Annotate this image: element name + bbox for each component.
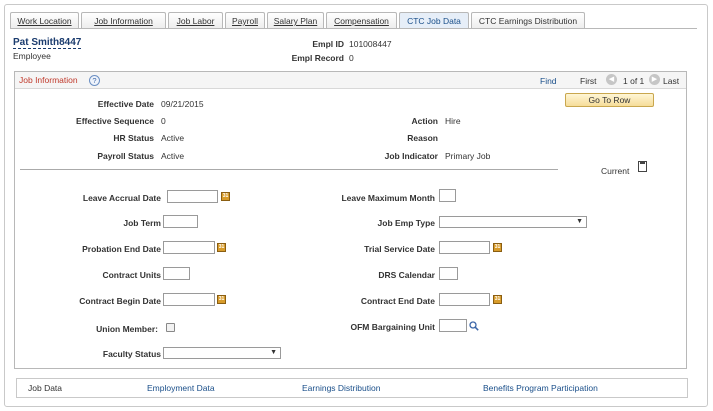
payroll-status-value: Active	[161, 151, 185, 161]
tab-label: CTC Earnings Distribution	[478, 16, 578, 26]
union-member-checkbox[interactable]	[166, 323, 175, 332]
find-link[interactable]: Find	[540, 76, 557, 86]
empl-record-value: 0	[349, 53, 354, 63]
job-emp-type-label: Job Emp Type	[377, 218, 435, 228]
bottom-link-bar: Job Data Employment Data Earnings Distri…	[16, 378, 688, 398]
panel-header: Job Information ? Find First ◀ 1 of 1 ▶ …	[15, 72, 686, 89]
tab-job-information[interactable]: Job Information	[81, 12, 166, 29]
first-label: First	[580, 76, 597, 86]
tab-divider	[10, 28, 697, 29]
faculty-status-label: Faculty Status	[102, 349, 161, 359]
search-icon[interactable]	[469, 321, 479, 331]
contract-units-input[interactable]	[163, 267, 190, 280]
trial-service-date-label: Trial Service Date	[364, 244, 435, 254]
job-term-label: Job Term	[123, 218, 161, 228]
tab-ctc-job-data[interactable]: CTC Job Data	[399, 12, 469, 29]
contract-begin-date-label: Contract Begin Date	[79, 296, 161, 306]
calendar-icon[interactable]: 31	[221, 192, 230, 201]
contract-units-label: Contract Units	[102, 270, 161, 280]
hr-status-value: Active	[161, 133, 185, 143]
effective-sequence-value: 0	[161, 116, 166, 126]
tab-label: Job Information	[94, 16, 153, 26]
leave-accrual-date-input[interactable]	[167, 190, 218, 203]
calendar-icon[interactable]: 31	[217, 243, 226, 252]
effective-date-value: 09/21/2015	[161, 99, 204, 109]
job-indicator-value: Primary Job	[445, 151, 491, 161]
tab-job-labor[interactable]: Job Labor	[168, 12, 223, 29]
previous-row-icon[interactable]: ◀	[606, 74, 617, 85]
tab-work-location[interactable]: Work Location	[10, 12, 79, 29]
tab-salary-plan[interactable]: Salary Plan	[267, 12, 324, 29]
contract-end-date-input[interactable]	[439, 293, 490, 306]
tab-label: Work Location	[17, 16, 72, 26]
effective-sequence-label: Effective Sequence	[76, 116, 154, 126]
go-to-row-button[interactable]: Go To Row	[565, 93, 654, 107]
chevron-down-icon: ▼	[576, 218, 583, 225]
probation-end-date-label: Probation End Date	[82, 244, 161, 254]
ofm-bargaining-unit-label: OFM Bargaining Unit	[350, 322, 435, 332]
contract-end-date-label: Contract End Date	[360, 296, 435, 306]
current-label: Current	[601, 166, 630, 176]
panel-title: Job Information	[19, 75, 78, 85]
job-indicator-label: Job Indicator	[384, 151, 438, 161]
current-clipboard-icon[interactable]	[638, 161, 647, 172]
tab-label: Job Labor	[176, 16, 215, 26]
chevron-down-icon: ▼	[270, 349, 277, 356]
tab-label: CTC Job Data	[407, 16, 461, 26]
job-emp-type-select[interactable]: ▼	[439, 216, 587, 228]
row-count: 1 of 1	[623, 76, 645, 86]
empl-id-value: 101008447	[349, 39, 392, 49]
link-benefits-program-participation[interactable]: Benefits Program Participation	[483, 383, 598, 393]
trial-service-date-input[interactable]	[439, 241, 490, 254]
drs-calendar-input[interactable]	[439, 267, 458, 280]
drs-calendar-label: DRS Calendar	[378, 270, 435, 280]
hr-status-label: HR Status	[113, 133, 154, 143]
link-earnings-distribution[interactable]: Earnings Distribution	[302, 383, 380, 393]
reason-label: Reason	[407, 133, 438, 143]
section-divider	[20, 169, 558, 170]
tab-label: Salary Plan	[273, 16, 318, 26]
faculty-status-select[interactable]: ▼	[163, 347, 281, 359]
tab-label: Payroll	[232, 16, 258, 26]
calendar-icon[interactable]: 31	[493, 295, 502, 304]
link-job-data: Job Data	[28, 383, 63, 393]
employee-name[interactable]: Pat Smith8447	[13, 37, 82, 49]
help-icon[interactable]: ?	[89, 75, 100, 86]
tab-payroll[interactable]: Payroll	[225, 12, 265, 29]
probation-end-date-input[interactable]	[163, 241, 215, 254]
tab-compensation[interactable]: Compensation	[326, 12, 397, 29]
action-value: Hire	[445, 116, 461, 126]
leave-accrual-date-label: Leave Accrual Date	[82, 193, 161, 203]
union-member-label: Union Member:	[96, 324, 158, 334]
contract-begin-date-input[interactable]	[163, 293, 215, 306]
calendar-icon[interactable]: 31	[493, 243, 502, 252]
action-label: Action	[411, 116, 438, 126]
payroll-status-label: Payroll Status	[97, 151, 154, 161]
effective-date-label: Effective Date	[97, 99, 154, 109]
calendar-icon[interactable]: 31	[217, 295, 226, 304]
leave-maximum-month-label: Leave Maximum Month	[341, 193, 435, 203]
tab-ctc-earnings-distribution[interactable]: CTC Earnings Distribution	[471, 12, 585, 29]
empl-record-label: Empl Record	[291, 53, 344, 63]
leave-maximum-month-input[interactable]	[439, 189, 456, 202]
empl-id-label: Empl ID	[312, 39, 344, 49]
ofm-bargaining-unit-input[interactable]	[439, 319, 467, 332]
next-row-icon[interactable]: ▶	[649, 74, 660, 85]
job-information-panel: Job Information ? Find First ◀ 1 of 1 ▶ …	[14, 71, 687, 369]
tab-label: Compensation	[334, 16, 389, 26]
job-term-input[interactable]	[163, 215, 198, 228]
employee-role: Employee	[13, 51, 51, 61]
last-label: Last	[663, 76, 680, 86]
link-employment-data[interactable]: Employment Data	[147, 383, 215, 393]
